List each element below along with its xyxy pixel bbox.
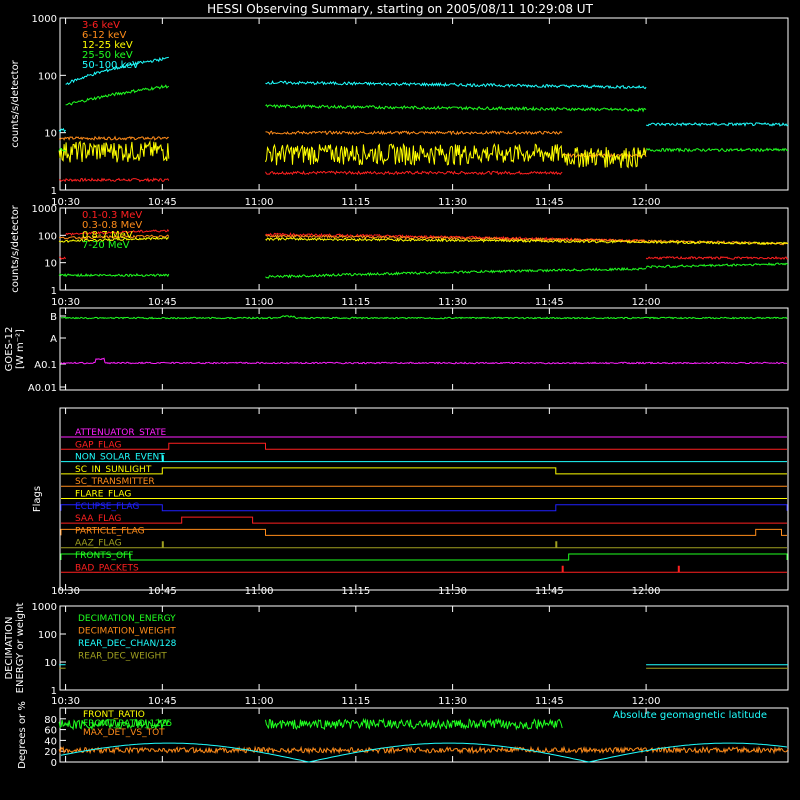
x-tick-label: 11:15 xyxy=(341,586,370,597)
x-tick-label: 11:45 xyxy=(535,586,564,597)
x-tick-label: 10:30 xyxy=(51,696,80,707)
flag-label: ECLIPSE_FLAG xyxy=(75,502,139,512)
y-tick-label: 100 xyxy=(38,71,57,82)
x-tick-label: 12:00 xyxy=(632,696,661,707)
observing-summary-figure: HESSI Observing Summary, starting on 200… xyxy=(0,0,800,800)
y-tick-label: 1 xyxy=(51,186,57,197)
y-tick-label: 1000 xyxy=(32,204,57,215)
legend-entry: 7-20 MeV xyxy=(82,240,130,251)
y-axis-label: GOES-12 xyxy=(4,327,15,372)
y-tick-label: A0.01 xyxy=(28,383,57,394)
figure-background xyxy=(0,0,800,800)
flag-label: ATTENUATOR_STATE xyxy=(75,428,167,438)
y-tick-label: 0 xyxy=(51,758,57,769)
x-tick-label: 12:00 xyxy=(632,197,661,208)
y-axis-label: DECIMATION xyxy=(4,616,15,679)
y-tick-label: A xyxy=(50,334,57,345)
x-tick-label: 11:30 xyxy=(438,197,467,208)
y-tick-label: 1 xyxy=(51,686,57,697)
y-tick-label: 80 xyxy=(44,715,57,726)
y-tick-label: 1000 xyxy=(32,14,57,25)
x-tick-label: 11:00 xyxy=(245,297,274,308)
x-tick-label: 11:00 xyxy=(245,586,274,597)
y-tick-label: 20 xyxy=(44,747,57,758)
x-tick-label: 10:30 xyxy=(51,586,80,597)
x-tick-label: 11:15 xyxy=(341,297,370,308)
x-tick-label: 12:00 xyxy=(632,586,661,597)
x-tick-label: 10:45 xyxy=(148,586,177,597)
x-tick-label: 11:15 xyxy=(341,696,370,707)
x-tick-label: 11:30 xyxy=(438,586,467,597)
flag-label: NON_SOLAR_EVENT xyxy=(75,453,165,463)
y-tick-label: 100 xyxy=(38,630,57,641)
flag-label: FLARE_FLAG xyxy=(75,490,131,500)
x-tick-label: 12:00 xyxy=(632,297,661,308)
x-tick-label: 11:45 xyxy=(535,297,564,308)
y-axis-label-units: [W m⁻²] xyxy=(15,329,26,369)
x-tick-label: 11:45 xyxy=(535,197,564,208)
y-tick-label: 1000 xyxy=(32,602,57,613)
y-tick-label: 10 xyxy=(44,259,57,270)
y-tick-label: 10 xyxy=(44,658,57,669)
flag-label: GAP_FLAG xyxy=(75,440,121,450)
flag-label: AAZ_FLAG xyxy=(75,539,122,549)
x-tick-label: 10:45 xyxy=(148,197,177,208)
y-axis-label: counts/s/detector xyxy=(10,204,21,292)
flag-label: FRONTS_OFF xyxy=(75,551,133,561)
legend-entry: REAR_DEC_WEIGHT xyxy=(78,652,167,662)
flag-label: SC_TRANSMITTER xyxy=(75,477,155,487)
x-tick-label: 11:00 xyxy=(245,696,274,707)
figure-title: HESSI Observing Summary, starting on 200… xyxy=(207,2,593,16)
y-axis-label-2: ENERGY or weight xyxy=(15,603,26,694)
y-axis-label: Degrees or % xyxy=(17,701,28,769)
y-tick-label: 10 xyxy=(44,129,57,140)
flag-label: SAA_FLAG xyxy=(75,514,121,524)
legend-entry: REAR_DEC_CHAN/128 xyxy=(78,639,177,649)
x-tick-label: 11:30 xyxy=(438,297,467,308)
y-tick-label: 40 xyxy=(44,736,57,747)
x-tick-label: 11:45 xyxy=(535,696,564,707)
legend-entry: DECIMATION_ENERGY xyxy=(78,614,176,624)
x-tick-label: 11:30 xyxy=(438,696,467,707)
x-tick-label: 10:30 xyxy=(51,297,80,308)
geomagnetic-annotation: Absolute geomagnetic latitude xyxy=(613,710,767,721)
x-tick-label: 10:45 xyxy=(148,696,177,707)
x-tick-label: 11:15 xyxy=(341,197,370,208)
y-tick-label: 1 xyxy=(51,286,57,297)
flag-label: PARTICLE_FLAG xyxy=(75,526,145,536)
y-tick-label: B xyxy=(50,312,57,323)
flag-label: SC_IN_SUNLIGHT xyxy=(75,465,152,475)
y-tick-label: A0.1 xyxy=(34,360,57,371)
y-axis-label: counts/s/detector xyxy=(10,59,21,147)
x-tick-label: 11:00 xyxy=(245,197,274,208)
y-axis-label: Flags xyxy=(32,486,43,512)
legend-entry: 50-100 keV xyxy=(82,60,139,71)
y-tick-label: 60 xyxy=(44,726,57,737)
flag-label: BAD_PACKETS xyxy=(75,563,139,573)
x-tick-label: 10:45 xyxy=(148,297,177,308)
legend-entry: MAX_DET_VS_TOT xyxy=(83,728,165,738)
y-tick-label: 100 xyxy=(38,231,57,242)
legend-entry: DECIMATION_WEIGHT xyxy=(78,627,176,637)
